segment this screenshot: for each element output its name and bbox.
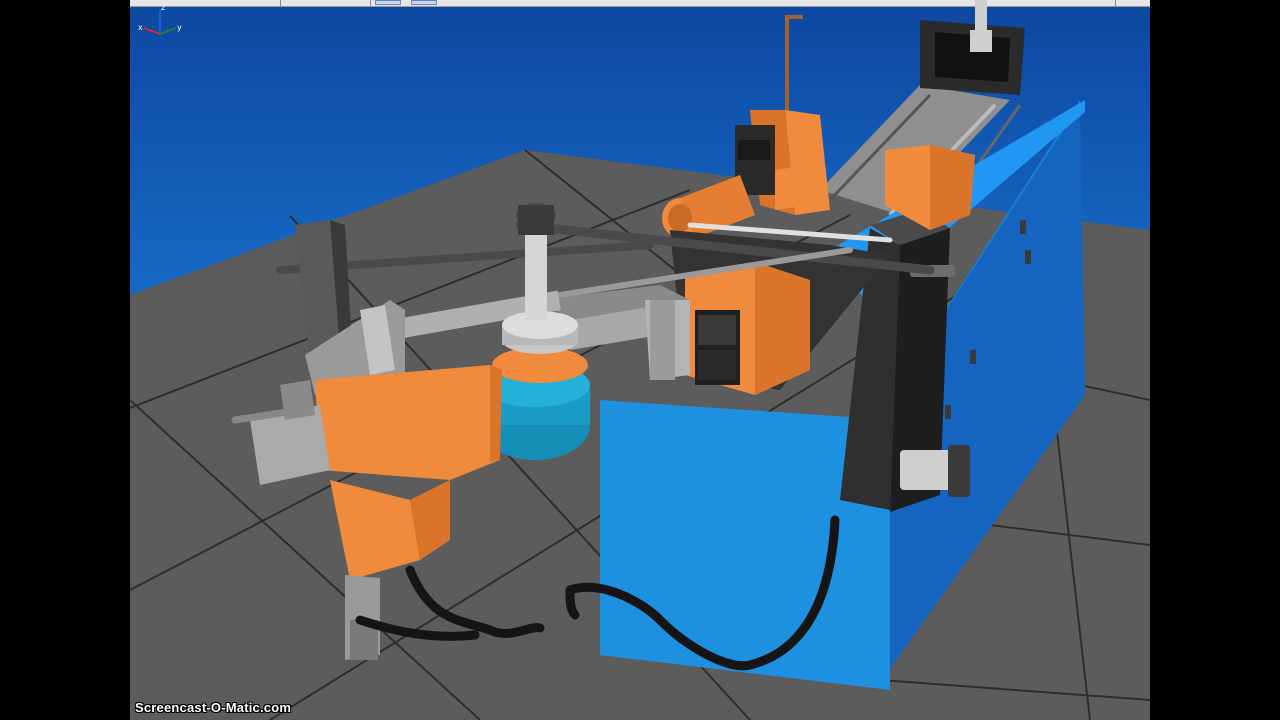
letterbox-left [0, 0, 130, 720]
letterbox-right [1150, 0, 1280, 720]
screencast-watermark: Screencast-O-Matic.com [135, 700, 292, 715]
tube-bender-model[interactable] [130, 0, 1150, 720]
isometric-axes-icon: z x y [138, 3, 182, 35]
triad-y-label: y [177, 23, 182, 32]
3d-viewport[interactable]: z x y [130, 0, 1150, 720]
rear-end-frame [920, 0, 1025, 95]
triad-x-label: x [138, 23, 143, 32]
triad-z-label: z [161, 3, 165, 12]
